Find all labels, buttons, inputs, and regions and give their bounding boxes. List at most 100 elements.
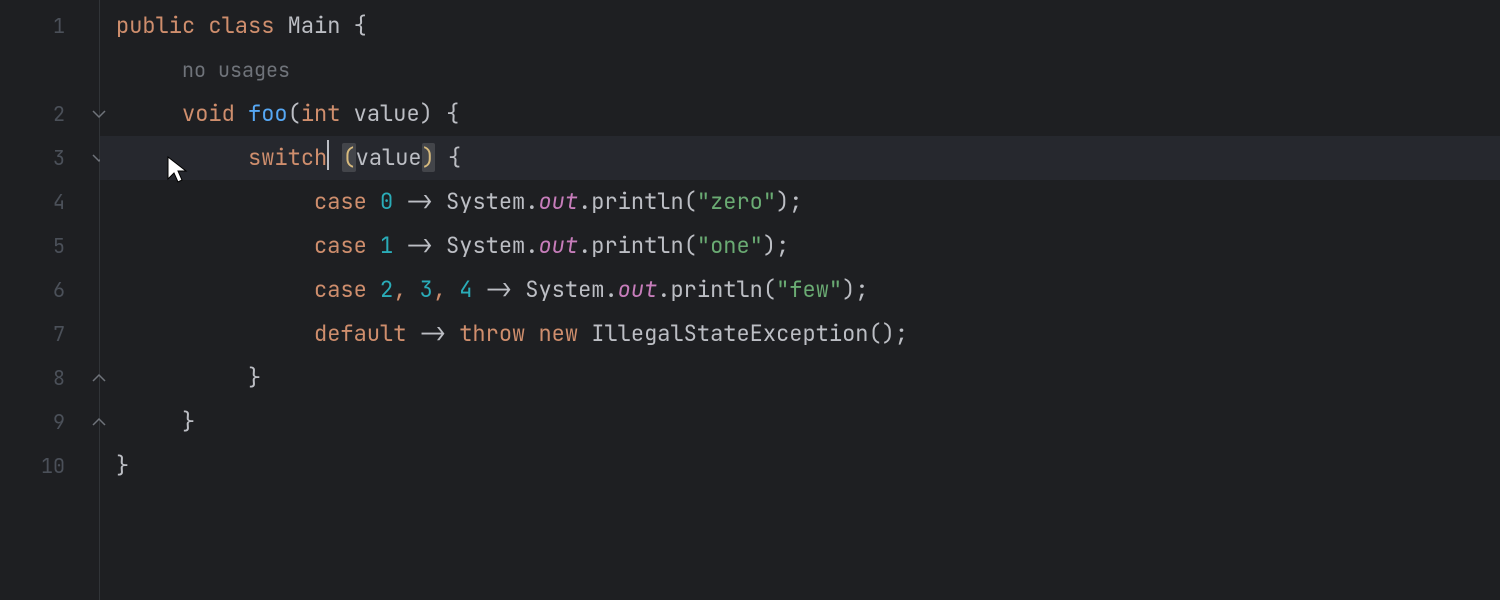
gutter-row: 9 bbox=[0, 400, 99, 444]
dot: . bbox=[525, 187, 538, 216]
class-name: Main bbox=[288, 11, 341, 40]
code-editor[interactable]: 1 2 3 4 5 6 7 8 9 bbox=[0, 0, 1500, 600]
keyword-case: case bbox=[314, 187, 367, 216]
arrow: -> bbox=[406, 231, 432, 260]
arrow: -> bbox=[420, 319, 446, 348]
line-number: 10 bbox=[41, 444, 65, 488]
brace: { bbox=[354, 11, 367, 40]
class-ref: System bbox=[446, 187, 525, 216]
method-name: foo bbox=[248, 99, 288, 128]
code-line[interactable]: case 0 -> System.out.println("zero"); bbox=[116, 180, 1500, 224]
dot: . bbox=[525, 231, 538, 260]
gutter-row: 10 bbox=[0, 444, 99, 488]
number-literal: 0 bbox=[380, 187, 393, 216]
keyword-switch: switch bbox=[248, 143, 327, 172]
string-literal: "few" bbox=[776, 275, 842, 304]
dot: . bbox=[657, 275, 670, 304]
number-literal: 2 bbox=[380, 275, 393, 304]
gutter-row: 4 bbox=[0, 180, 99, 224]
keyword-default: default bbox=[314, 319, 406, 348]
gutter-row: 3 bbox=[0, 136, 99, 180]
line-number: 1 bbox=[53, 4, 65, 48]
class-ref: System bbox=[446, 231, 525, 260]
line-number: 3 bbox=[53, 136, 65, 180]
paren: ) bbox=[842, 275, 855, 304]
string-literal: "zero" bbox=[697, 187, 776, 216]
code-area[interactable]: public class Main { no usages void foo(i… bbox=[100, 0, 1500, 600]
gutter-row: 2 bbox=[0, 92, 99, 136]
keyword-case: case bbox=[314, 231, 367, 260]
gutter-row: 8 bbox=[0, 356, 99, 400]
gutter-row: 6 bbox=[0, 268, 99, 312]
dot: . bbox=[578, 231, 591, 260]
code-line[interactable]: } bbox=[116, 444, 1500, 488]
paren-match: ( bbox=[342, 143, 355, 172]
code-line[interactable]: } bbox=[116, 356, 1500, 400]
keyword-case: case bbox=[314, 275, 367, 304]
paren: ( bbox=[763, 275, 776, 304]
code-line[interactable]: default -> throw new IllegalStateExcepti… bbox=[116, 312, 1500, 356]
comma: , bbox=[433, 275, 446, 304]
line-number: 8 bbox=[53, 356, 65, 400]
brace: { bbox=[446, 99, 459, 128]
line-number: 7 bbox=[53, 312, 65, 356]
arrow: -> bbox=[406, 187, 432, 216]
method-call: println bbox=[591, 231, 683, 260]
gutter-row: 1 bbox=[0, 4, 99, 48]
paren: ( bbox=[288, 99, 301, 128]
keyword-int: int bbox=[301, 99, 341, 128]
line-number: 6 bbox=[53, 268, 65, 312]
inlay-hint-row: no usages bbox=[116, 48, 1500, 92]
semicolon: ; bbox=[776, 231, 789, 260]
paren: ( bbox=[684, 231, 697, 260]
empty-args: () bbox=[868, 319, 894, 348]
line-number: 9 bbox=[53, 400, 65, 444]
code-line[interactable]: void foo(int value) { bbox=[116, 92, 1500, 136]
dot: . bbox=[578, 187, 591, 216]
paren-match: ) bbox=[422, 143, 435, 172]
keyword-throw: throw bbox=[459, 319, 525, 348]
comma: , bbox=[393, 275, 406, 304]
arrow: -> bbox=[486, 275, 512, 304]
keyword-new: new bbox=[538, 319, 578, 348]
brace: } bbox=[116, 451, 129, 480]
text-caret bbox=[327, 140, 329, 170]
paren: ) bbox=[776, 187, 789, 216]
brace: { bbox=[448, 143, 461, 172]
number-literal: 4 bbox=[459, 275, 472, 304]
code-line[interactable]: case 1 -> System.out.println("one"); bbox=[116, 224, 1500, 268]
brace: } bbox=[248, 363, 261, 392]
gutter-row: 5 bbox=[0, 224, 99, 268]
code-line[interactable]: case 2, 3, 4 -> System.out.println("few"… bbox=[116, 268, 1500, 312]
method-call: println bbox=[670, 275, 762, 304]
number-literal: 3 bbox=[420, 275, 433, 304]
line-number: 5 bbox=[53, 224, 65, 268]
keyword-class: class bbox=[208, 11, 274, 40]
static-field: out bbox=[618, 275, 658, 304]
identifier: value bbox=[356, 143, 422, 172]
line-number: 4 bbox=[53, 180, 65, 224]
class-ref: IllegalStateException bbox=[591, 319, 868, 348]
semicolon: ; bbox=[855, 275, 868, 304]
semicolon: ; bbox=[895, 319, 908, 348]
code-line[interactable]: public class Main { bbox=[116, 4, 1500, 48]
method-call: println bbox=[591, 187, 683, 216]
keyword-public: public bbox=[116, 11, 195, 40]
paren: ) bbox=[420, 99, 433, 128]
dot: . bbox=[604, 275, 617, 304]
semicolon: ; bbox=[789, 187, 802, 216]
line-number: 2 bbox=[53, 92, 65, 136]
class-ref: System bbox=[525, 275, 604, 304]
keyword-void: void bbox=[182, 99, 235, 128]
paren: ( bbox=[684, 187, 697, 216]
static-field: out bbox=[538, 187, 578, 216]
param-name: value bbox=[354, 99, 420, 128]
code-line[interactable]: } bbox=[116, 400, 1500, 444]
gutter-row-hint bbox=[0, 48, 99, 92]
paren: ) bbox=[763, 231, 776, 260]
number-literal: 1 bbox=[380, 231, 393, 260]
usages-hint[interactable]: no usages bbox=[182, 57, 290, 83]
code-line-active[interactable]: switch (value) { bbox=[100, 136, 1500, 180]
gutter: 1 2 3 4 5 6 7 8 9 bbox=[0, 0, 100, 600]
gutter-row: 7 bbox=[0, 312, 99, 356]
